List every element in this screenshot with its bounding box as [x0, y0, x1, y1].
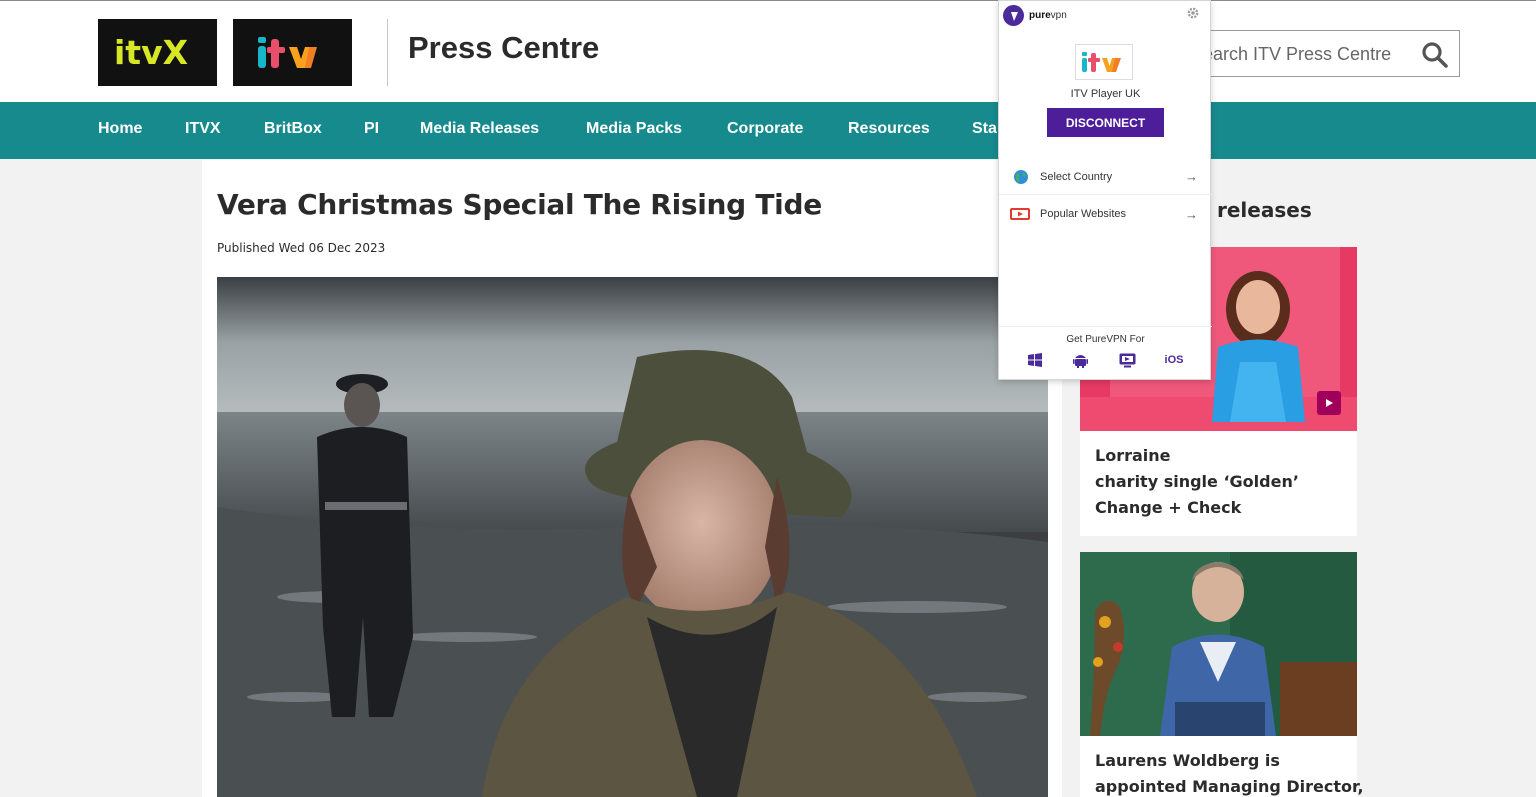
header-divider: [387, 19, 388, 86]
platform-links: iOS: [999, 349, 1212, 373]
nav-item-media-packs[interactable]: Media Packs: [586, 120, 682, 138]
nav-item-resources[interactable]: Resources: [848, 120, 930, 138]
release-card[interactable]: Laurens Woldberg is appointed Managing D…: [1080, 552, 1364, 797]
play-icon[interactable]: [1317, 391, 1341, 415]
release-card-title: Laurens Woldberg is appointed Managing D…: [1095, 751, 1364, 796]
nav-item-pi[interactable]: PI: [364, 120, 379, 138]
purevpn-popup: purevpn ITV Player UK DISCONNECT Select …: [998, 0, 1212, 380]
windows-icon[interactable]: [1026, 351, 1044, 369]
search-input[interactable]: [1191, 41, 1411, 67]
arrow-right-icon: →: [1185, 206, 1198, 222]
nav-item-sta[interactable]: Sta: [972, 120, 997, 138]
purevpn-brand: purevpn: [1003, 5, 1067, 26]
svg-text:itvX: itvX: [114, 33, 188, 72]
search-icon[interactable]: [1421, 41, 1449, 69]
video-site-icon: [1010, 208, 1030, 220]
page-title: Press Centre: [408, 30, 600, 65]
ios-link[interactable]: iOS: [1162, 351, 1186, 369]
itvx-logo[interactable]: itvX: [98, 19, 217, 86]
sidebar-heading: releases: [1217, 198, 1312, 222]
nav-item-britbox[interactable]: BritBox: [264, 120, 322, 138]
gear-icon[interactable]: [1186, 6, 1200, 20]
nav-item-home[interactable]: Home: [98, 120, 142, 138]
itv-logo[interactable]: [233, 19, 352, 86]
article-hero-image: [217, 277, 1048, 797]
arrow-right-icon: →: [1185, 169, 1198, 184]
tv-app-icon[interactable]: [1118, 351, 1136, 369]
article-title: Vera Christmas Special The Rising Tide: [217, 188, 822, 221]
connected-site-name: ITV Player UK: [1070, 88, 1141, 100]
nav-item-itvx[interactable]: ITVX: [185, 120, 221, 138]
purevpn-logo-icon: [1003, 5, 1024, 26]
nav-item-corporate[interactable]: Corporate: [727, 120, 803, 138]
disconnect-button[interactable]: DISCONNECT: [1047, 108, 1164, 137]
release-card-image: [1080, 552, 1357, 736]
nav-item-media-releases[interactable]: Media Releases: [420, 120, 539, 138]
globe-icon: [1014, 169, 1028, 184]
android-icon[interactable]: [1071, 351, 1089, 369]
connected-site-logo: [1075, 44, 1133, 80]
search-box[interactable]: [1180, 30, 1460, 77]
select-country-row[interactable]: Select Country →: [999, 159, 1212, 195]
popular-websites-row[interactable]: Popular Websites →: [999, 196, 1212, 232]
article-panel: Vera Christmas Special The Rising Tide P…: [202, 160, 1062, 797]
get-purevpn-for: Get PureVPN For: [999, 326, 1212, 345]
site-header: itvX Press Centre: [0, 6, 1536, 102]
release-card-title: Lorraine charity single ‘Golden’ Change …: [1095, 446, 1299, 517]
published-date: Published Wed 06 Dec 2023: [217, 241, 386, 255]
main-nav: Home ITVX BritBox PI Media Releases Medi…: [0, 102, 1536, 159]
